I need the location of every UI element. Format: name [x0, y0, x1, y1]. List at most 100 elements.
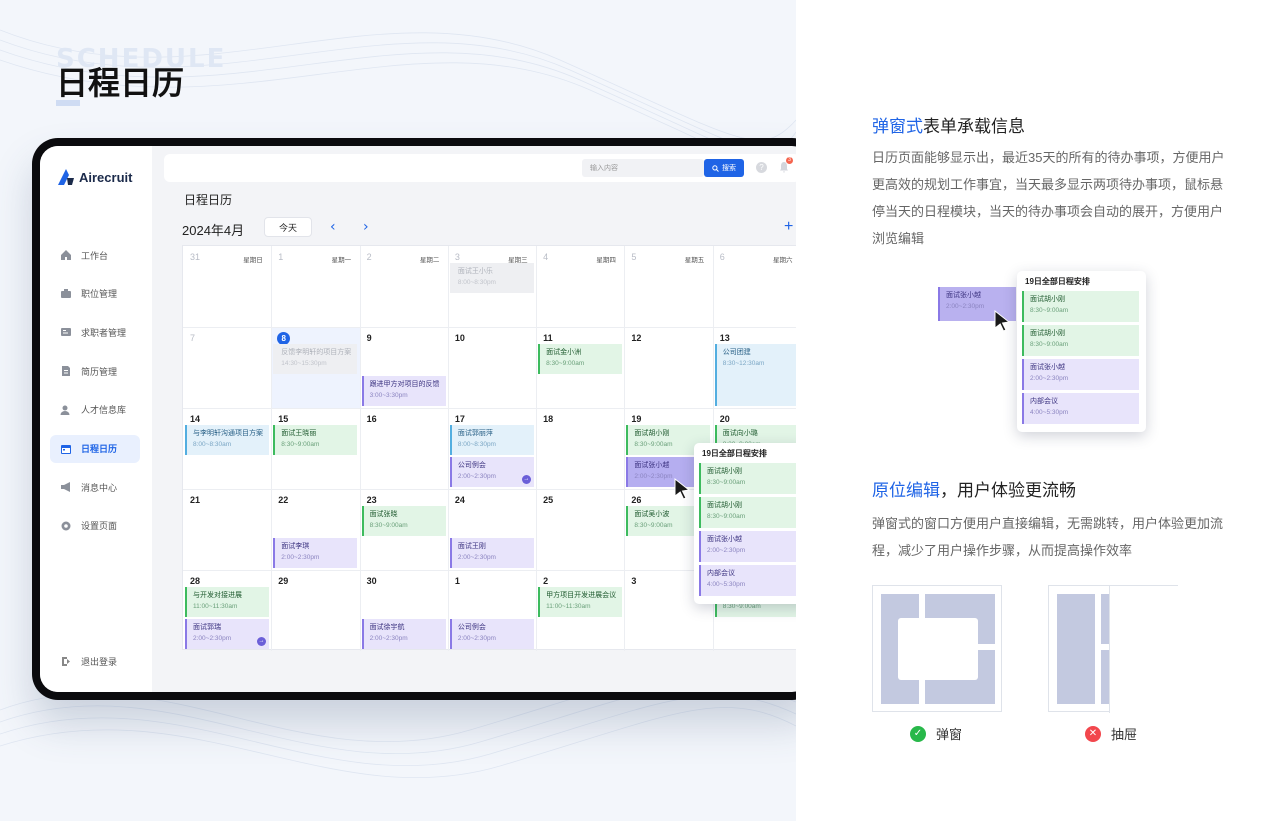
popup-event[interactable]: 内部会议 4:00~5:30pm — [699, 565, 801, 596]
today-button[interactable]: 今天 — [264, 217, 312, 237]
sidebar-item-0[interactable]: 工作台 — [50, 241, 140, 269]
calendar-event[interactable]: 面试李琪 2:00~2:30pm — [273, 538, 358, 568]
day-cell[interactable] — [183, 327, 271, 408]
day-number: 24 — [454, 495, 465, 505]
briefcase-icon — [60, 288, 72, 300]
day-number: 1 — [278, 252, 284, 262]
event-time: 8:30~9:00am — [722, 603, 761, 610]
event-title: 面试胡小刚 — [1030, 296, 1065, 303]
event-time: 4:00~5:30pm — [1030, 409, 1069, 416]
event-time: 8:30~12:30am — [722, 360, 765, 367]
calendar-event[interactable]: 面试郭丽萍 8:00~8:30pm — [449, 425, 534, 455]
prev-month-button[interactable]: ‹ — [330, 219, 336, 235]
calendar-event[interactable]: 反馈李明轩的项目方案 14:30~15:30pm — [273, 344, 358, 374]
calendar-event[interactable]: 公司例会 2:00~2:30pm → — [449, 457, 534, 487]
search-button[interactable]: 搜索 — [704, 159, 744, 177]
event-title: 面试王小乐 — [457, 268, 493, 275]
calendar-event[interactable]: 面试徐宇航 2:00~2:30pm — [361, 619, 446, 649]
sidebar-item-7[interactable]: 设置页面 — [50, 512, 140, 540]
day-number: 7 — [190, 333, 196, 343]
month-label: 2024年4月 — [182, 223, 245, 238]
popup-event[interactable]: 面试胡小刚 8:30~9:00am — [699, 497, 801, 528]
help-icon[interactable]: ? — [756, 162, 767, 173]
feature1-title-blue: 弹窗式 — [872, 117, 923, 136]
option-modal-label: 弹窗 — [936, 727, 963, 742]
illus-block — [1057, 594, 1095, 704]
event-title: 内部会议 — [1030, 398, 1058, 405]
feature2-title-blue: 原位编辑 — [872, 481, 940, 500]
sidebar-item-6[interactable]: 消息中心 — [50, 473, 140, 501]
demo-event-time: 2:00~2:30pm — [946, 303, 985, 310]
illus-modal — [898, 618, 978, 680]
event-title: 与开发对接进展 — [193, 592, 242, 599]
popup-event[interactable]: 面试胡小刚 8:30~9:00am — [1022, 325, 1139, 356]
day-number: 10 — [454, 333, 465, 343]
feature1-body: 日历页面能够显示出，最近35天的所有的待办事项，方便用户更高效的规划工作事宜，当… — [872, 150, 1225, 246]
feature-popup: 19日全部日程安排 面试胡小刚 8:30~9:00am 面试胡小刚 8:30~9:00a… — [1017, 271, 1146, 432]
event-title: 甲方项目开发进展会议 — [546, 592, 617, 599]
id-card-icon — [60, 326, 72, 338]
add-event-button[interactable]: + — [784, 218, 793, 236]
day-number: 28 — [190, 576, 201, 586]
calendar-event[interactable]: 面试王刚 2:00~2:30pm — [449, 538, 534, 568]
event-title: 面试张晓 — [369, 511, 398, 518]
day-number: 19 — [631, 414, 642, 424]
sidebar-item-3[interactable]: 简历管理 — [50, 357, 140, 385]
calendar-event[interactable]: 跟进甲方对项目的反馈 3:00~3:30pm — [361, 376, 446, 406]
next-month-button[interactable]: › — [363, 219, 369, 235]
calendar-event[interactable]: 公司例会 2:00~2:30pm — [449, 619, 534, 649]
popup-event[interactable]: 面试张小越 2:00~2:30pm — [699, 531, 801, 562]
modal-illustration — [872, 585, 1002, 712]
logout-icon — [60, 655, 72, 667]
weekday-label: 星期五 — [684, 257, 705, 264]
popup-event[interactable]: 面试胡小刚 8:30~9:00am — [1022, 291, 1139, 322]
event-title: 面试徐宇航 — [369, 624, 405, 631]
calendar-event[interactable]: 公司团建 8:30~12:30am — [714, 344, 799, 406]
popup-event[interactable]: 内部会议 4:00~5:30pm — [1022, 393, 1139, 424]
calendar-event[interactable]: 面试郭瑞 2:00~2:30pm → — [185, 619, 269, 649]
sidebar-item-4[interactable]: 人才信息库 — [50, 396, 140, 424]
day-number: 31 — [190, 252, 201, 262]
calendar-event[interactable]: 面试王晓丽 8:30~9:00am — [273, 425, 358, 455]
expand-icon[interactable]: → — [257, 637, 266, 646]
app-screen: Airecruit 工作台职位管理求职者管理简历管理人才信息库日程日历消息中心设… — [40, 146, 810, 692]
event-title: 反馈李明轩的项目方案 — [281, 349, 352, 356]
sidebar-item-1[interactable]: 职位管理 — [50, 280, 140, 308]
check-icon: ✓ — [910, 725, 926, 742]
calendar-event[interactable]: 甲方项目开发进展会议 11:00~11:30am — [538, 587, 623, 617]
sidebar-item-label: 简历管理 — [81, 366, 118, 377]
app-logo[interactable]: Airecruit — [56, 168, 132, 186]
home-icon — [60, 249, 72, 261]
search-input[interactable]: 输入内容 — [582, 159, 704, 177]
calendar-event[interactable]: 面试王小乐 8:00~8:30pm — [449, 263, 534, 293]
calendar-event[interactable]: 面试金小洲 8:30~9:00am — [538, 344, 623, 374]
weekday-label: 星期六 — [773, 257, 793, 264]
option-drawer-label: 抽屉 — [1111, 727, 1138, 742]
event-time: 8:00~8:30pm — [457, 279, 496, 286]
day-number: 11 — [543, 333, 553, 343]
popup-event[interactable]: 面试胡小刚 8:30~9:00am — [699, 463, 801, 494]
event-title: 面试胡小刚 — [707, 502, 742, 509]
day-number: 29 — [278, 576, 289, 586]
event-title: 公司例会 — [457, 462, 486, 469]
event-title: 面试胡小刚 — [1030, 330, 1065, 337]
calendar-event[interactable]: 与开发对接进展 11:00~11:30am — [185, 587, 269, 617]
day-number: 22 — [278, 495, 289, 505]
sidebar: Airecruit 工作台职位管理求职者管理简历管理人才信息库日程日历消息中心设… — [40, 146, 152, 692]
popup-event[interactable]: 面试张小越 2:00~2:30pm — [1022, 359, 1139, 390]
expand-icon[interactable]: → — [521, 475, 531, 484]
notification-badge: 3 — [786, 157, 793, 164]
sidebar-item-2[interactable]: 求职者管理 — [50, 318, 140, 346]
search-icon — [712, 164, 719, 172]
sidebar-item-5[interactable]: 日程日历 — [50, 434, 140, 463]
feature2-title-rest: ，用户体验更流畅 — [940, 481, 1076, 500]
event-time: 11:00~11:30am — [193, 603, 238, 610]
day-number: 25 — [543, 495, 554, 505]
calendar-event[interactable]: 面试张晓 8:30~9:00am — [361, 506, 446, 536]
day-number: 21 — [190, 495, 201, 505]
logo-icon — [58, 169, 74, 185]
mouse-cursor-icon — [994, 310, 1011, 332]
mouse-cursor-icon — [674, 478, 691, 500]
calendar-event[interactable]: 与李明轩沟通项目方案 8:00~8:30am — [185, 425, 269, 455]
logout-button[interactable]: 退出登录 — [50, 647, 140, 675]
